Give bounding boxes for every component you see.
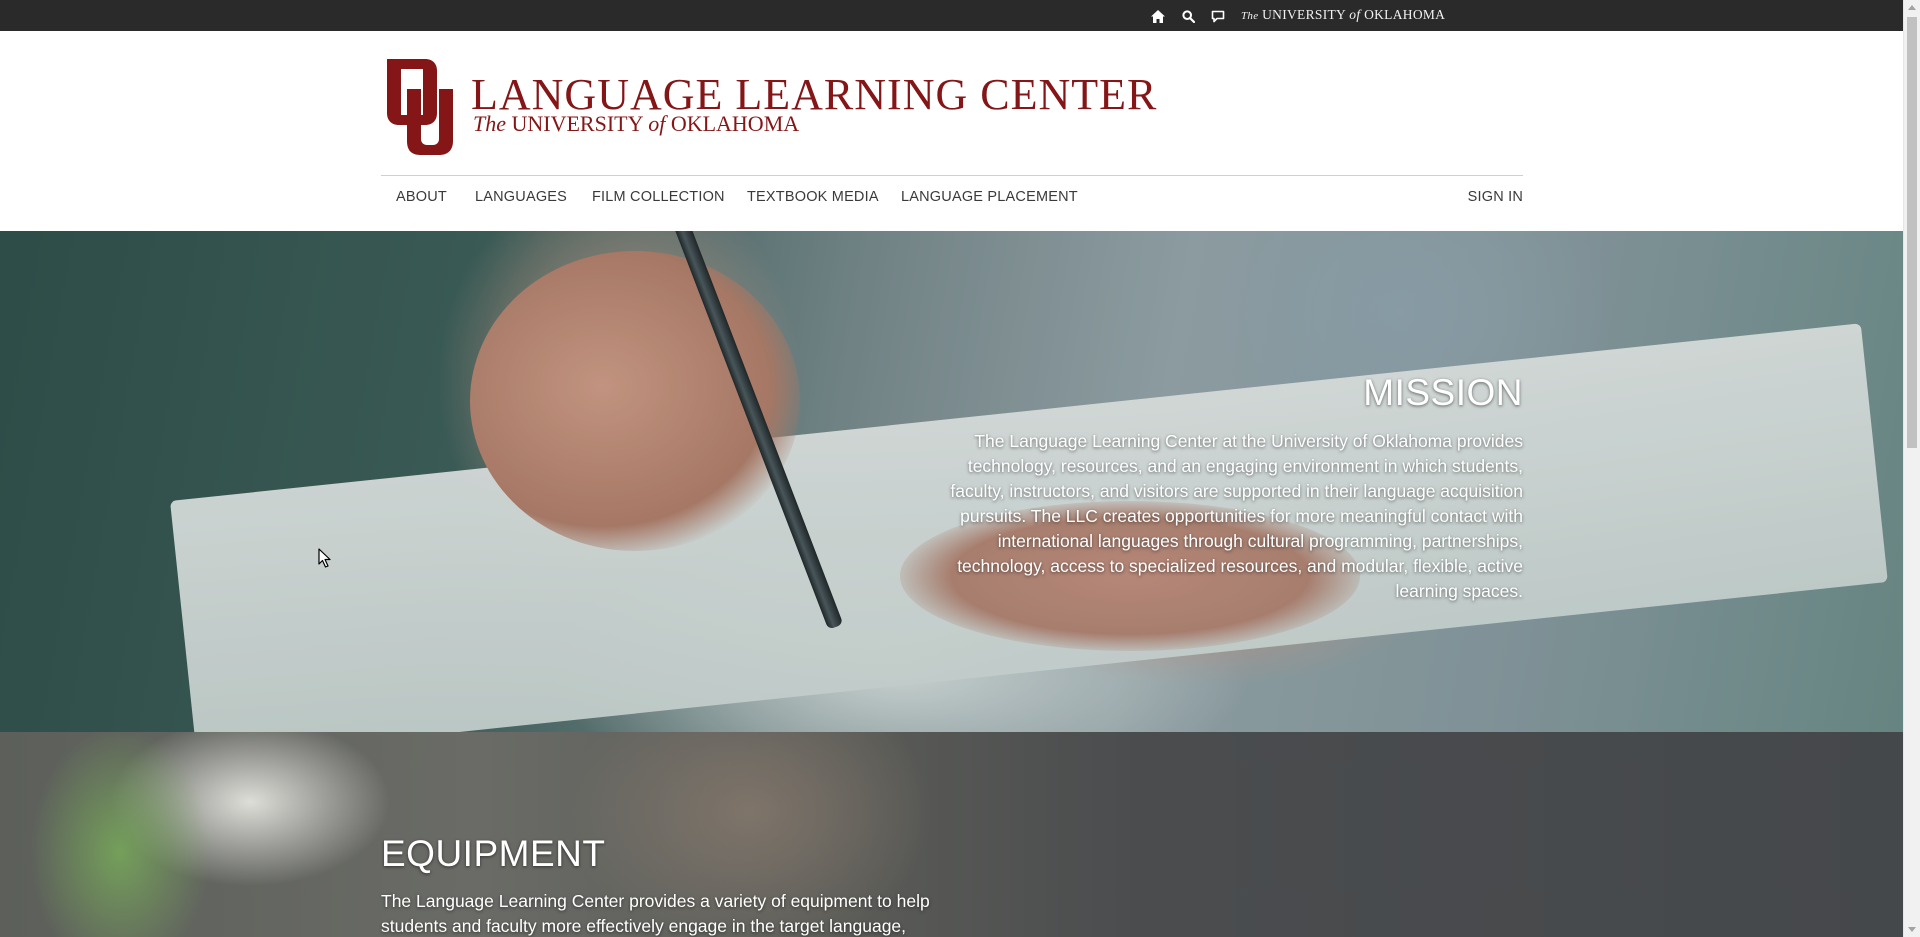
nav-item-languages[interactable]: LANGUAGES <box>475 189 567 205</box>
wordmark-of: of <box>1349 7 1361 22</box>
main-nav: ABOUT LANGUAGES FILM COLLECTION TEXTBOOK… <box>381 189 1523 219</box>
nav-item-language-placement[interactable]: LANGUAGE PLACEMENT <box>901 189 1078 205</box>
subtitle-the: The <box>473 111 506 136</box>
nav-divider <box>381 175 1523 176</box>
utility-icons <box>1143 6 1233 26</box>
scroll-down-arrow-icon[interactable] <box>1908 927 1916 932</box>
subtitle-of: of <box>648 111 666 136</box>
mission-section: MISSION The Language Learning Center at … <box>0 231 1903 732</box>
scrollbar-thumb[interactable] <box>1907 17 1917 448</box>
nav-item-about[interactable]: ABOUT <box>396 189 447 205</box>
sign-in-link[interactable]: SIGN IN <box>1468 189 1523 205</box>
home-icon[interactable] <box>1143 6 1173 26</box>
utility-bar: The UNIVERSITY of OKLAHOMA <box>0 0 1903 31</box>
nav-item-film-collection[interactable]: FILM COLLECTION <box>592 189 725 205</box>
ou-logo-icon[interactable] <box>381 55 459 157</box>
subtitle-university: UNIVERSITY <box>511 111 643 136</box>
site-header: LANGUAGE LEARNING CENTER The UNIVERSITY … <box>0 31 1903 231</box>
mission-body: The Language Learning Center at the Univ… <box>950 431 1523 601</box>
nav-item-textbook-media[interactable]: TEXTBOOK MEDIA <box>747 189 879 205</box>
equipment-body: The Language Learning Center provides a … <box>381 891 930 936</box>
page-scrollbar[interactable] <box>1903 0 1920 937</box>
wordmark-university: UNIVERSITY <box>1262 7 1346 22</box>
equipment-section: EQUIPMENT The Language Learning Center p… <box>0 732 1903 937</box>
chat-icon[interactable] <box>1203 6 1233 26</box>
mouse-cursor-icon <box>318 548 332 568</box>
wordmark-the: The <box>1241 10 1259 22</box>
search-icon[interactable] <box>1173 6 1203 26</box>
site-subtitle: The UNIVERSITY of OKLAHOMA <box>473 113 799 135</box>
wordmark-oklahoma: OKLAHOMA <box>1364 7 1446 22</box>
mission-title: MISSION <box>1363 372 1523 413</box>
equipment-text-block: EQUIPMENT The Language Learning Center p… <box>381 835 981 937</box>
university-wordmark-link[interactable]: The UNIVERSITY of OKLAHOMA <box>1241 7 1445 23</box>
subtitle-oklahoma: OKLAHOMA <box>670 111 800 136</box>
equipment-title: EQUIPMENT <box>381 833 606 874</box>
mission-text-block: MISSION The Language Learning Center at … <box>943 374 1523 604</box>
scroll-up-arrow-icon[interactable] <box>1908 5 1916 10</box>
